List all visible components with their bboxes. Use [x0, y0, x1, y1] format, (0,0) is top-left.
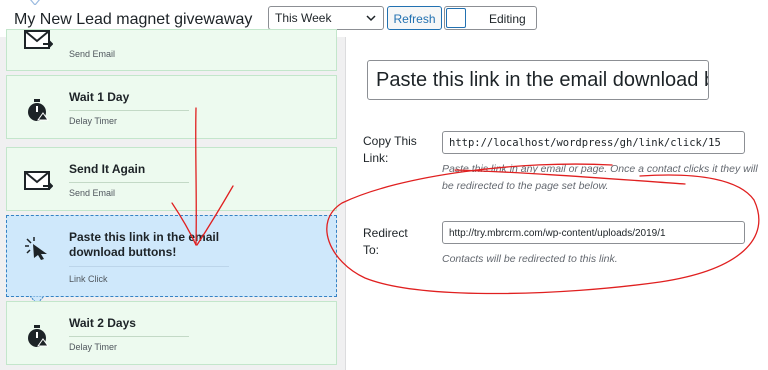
- redirect-label: Redirect To:: [363, 226, 408, 257]
- step-name: Send It Again: [69, 162, 146, 176]
- funnel-title[interactable]: My New Lead magnet givewaway: [14, 11, 252, 29]
- steps-column: Send Email Wait 1 Day Delay Timer Send I…: [0, 29, 345, 370]
- editing-label: Editing: [489, 12, 526, 26]
- stopwatch-icon: [28, 99, 49, 121]
- copy-link-label: Copy This Link:: [363, 134, 417, 165]
- step-wait-2-days[interactable]: Wait 2 Days Delay Timer: [6, 301, 337, 365]
- period-select-value: This Week: [275, 11, 332, 25]
- redirect-url-input[interactable]: http://try.mbrcrm.com/wp-content/uploads…: [442, 221, 745, 244]
- step-name: Wait 2 Days: [69, 316, 136, 330]
- envelope-icon: [24, 171, 53, 190]
- step-name-line2: download buttons!: [69, 245, 177, 259]
- copy-link-description: Paste this link in any email or page. On…: [442, 163, 758, 192]
- cursor-click-icon: [25, 237, 47, 260]
- step-type: Send Email: [69, 188, 116, 198]
- step-name: Wait 1 Day: [69, 90, 130, 104]
- divider: [69, 266, 229, 267]
- divider: [69, 182, 189, 183]
- toggle-knob: [446, 8, 466, 28]
- step-type: Send Email: [69, 49, 116, 59]
- stopwatch-icon: [28, 325, 49, 347]
- step-name-line1: Paste this link in the email: [69, 230, 220, 244]
- step-send-it-again[interactable]: Send It Again Send Email: [6, 147, 337, 211]
- period-select[interactable]: This Week: [268, 6, 384, 30]
- redirect-description: Contacts will be redirected to this link…: [442, 253, 618, 265]
- divider: [69, 110, 189, 111]
- step-title-input[interactable]: Paste this link in the email download b: [367, 60, 709, 100]
- chevron-down-icon: [366, 15, 376, 22]
- step-link-click[interactable]: Paste this link in the email download bu…: [6, 215, 337, 297]
- step-type: Delay Timer: [69, 342, 118, 352]
- refresh-button[interactable]: Refresh: [387, 6, 442, 30]
- step-name: Paste this link in the email download bu…: [69, 230, 219, 260]
- copy-link-field[interactable]: http://localhost/wordpress/gh/link/click…: [442, 131, 745, 154]
- caret-icon: [30, 0, 40, 5]
- step-type: Delay Timer: [69, 116, 118, 126]
- step-send-email[interactable]: Send Email: [6, 29, 337, 71]
- editing-toggle[interactable]: Editing: [444, 6, 537, 30]
- step-settings-panel: Paste this link in the email download b …: [345, 37, 768, 370]
- divider: [69, 336, 189, 337]
- step-type: Link Click: [69, 274, 108, 284]
- step-wait-1-day[interactable]: Wait 1 Day Delay Timer: [6, 75, 337, 139]
- envelope-icon: [24, 30, 53, 49]
